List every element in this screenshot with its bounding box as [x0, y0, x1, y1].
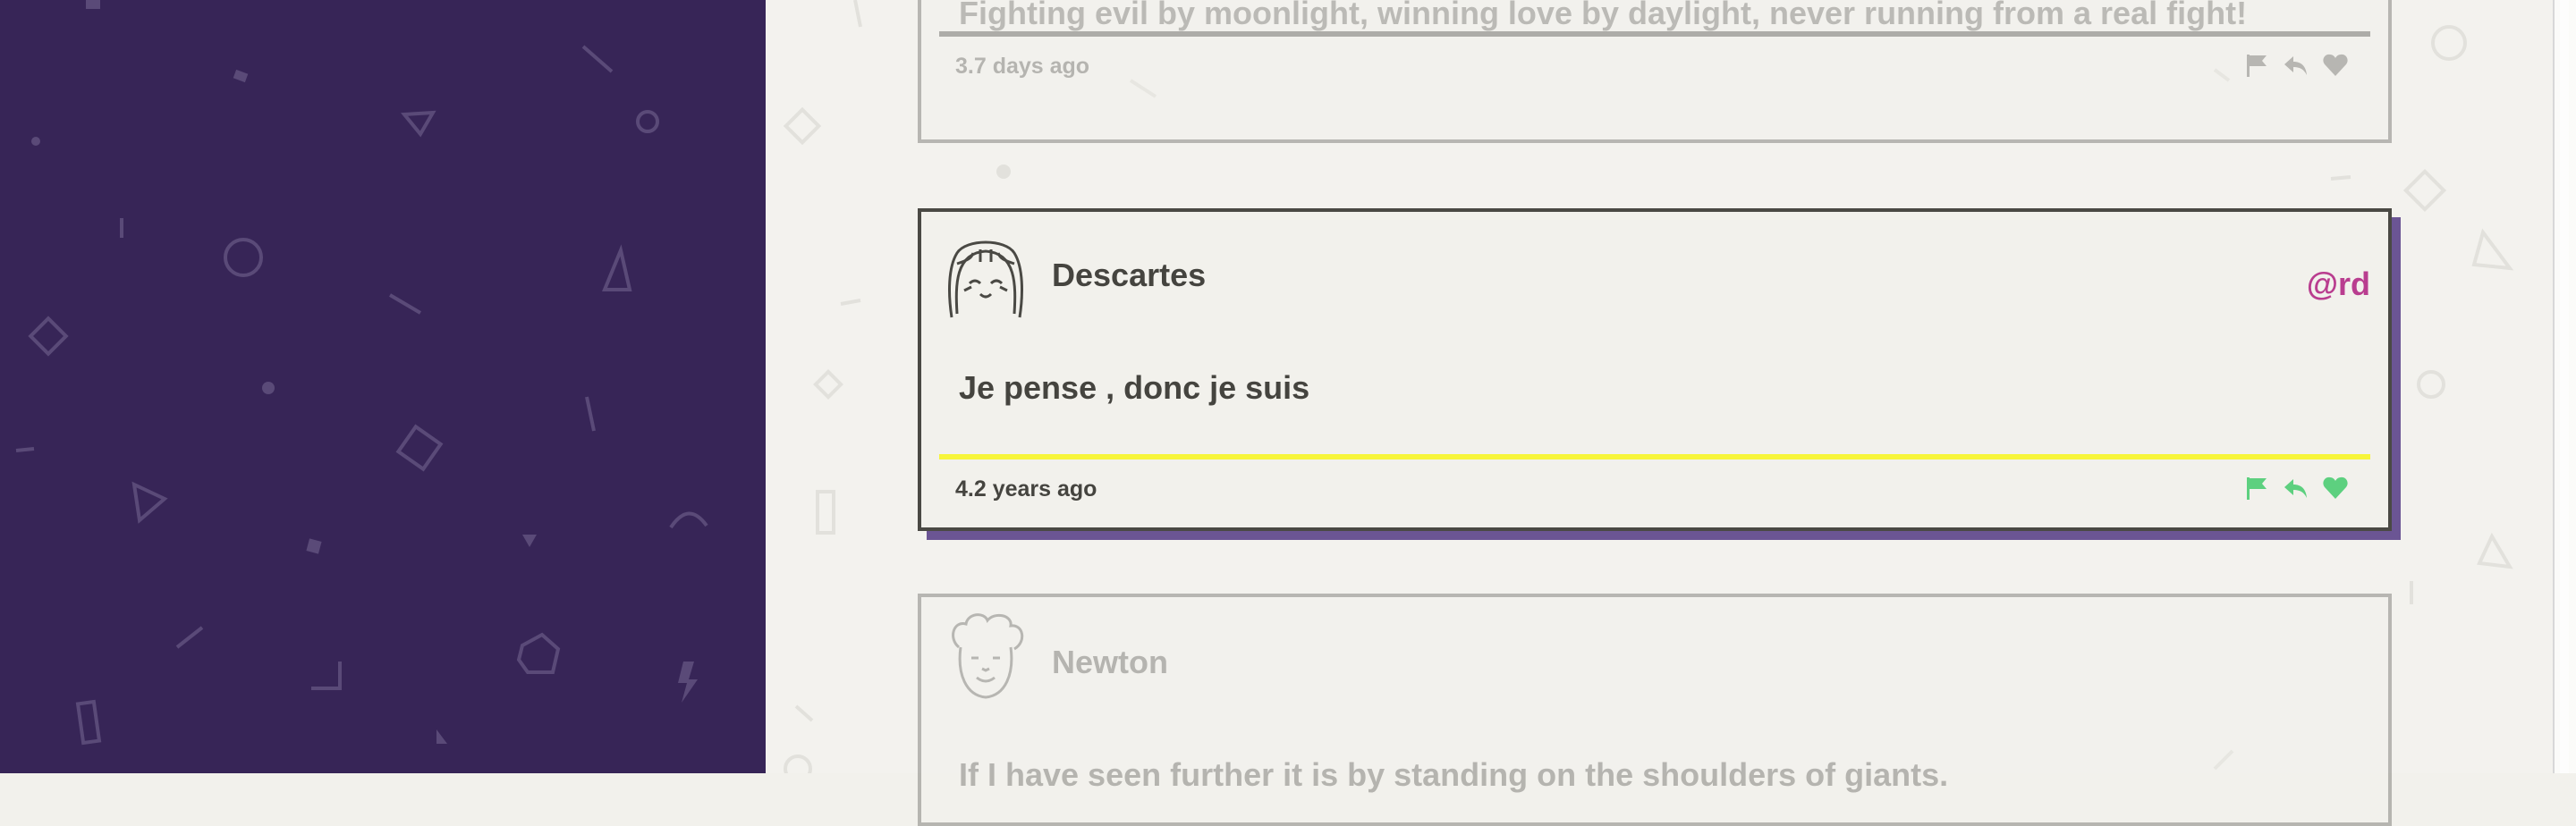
sidebar-pattern [15, 0, 708, 746]
sidebar [0, 0, 766, 773]
comment-author: Descartes [1052, 257, 1207, 293]
avatar [948, 240, 1023, 318]
comment-text: If I have seen further it is by standing… [959, 756, 1949, 793]
comment-author: Newton [1052, 644, 1168, 680]
comment-divider [939, 31, 2370, 37]
heart-icon[interactable] [2322, 475, 2349, 502]
flag-icon[interactable] [2243, 475, 2270, 502]
comment-actions [2243, 475, 2349, 502]
comment-text: Je pense , donc je suis [959, 369, 1310, 406]
comment-actions [2243, 52, 2349, 79]
comment-card: Fighting evil by moonlight, winning love… [918, 0, 2392, 143]
reply-icon[interactable] [2283, 475, 2309, 502]
comment-timestamp: 4.2 years ago [955, 476, 1097, 502]
heart-icon[interactable] [2322, 52, 2349, 79]
comment-timestamp: 3.7 days ago [955, 54, 1090, 79]
comment-handle[interactable]: @rd [2307, 266, 2370, 303]
comment-divider [939, 454, 2370, 459]
avatar [952, 613, 1024, 699]
flag-icon[interactable] [2243, 52, 2270, 79]
reply-icon[interactable] [2283, 52, 2309, 79]
comment-card: Newton If I have seen further it is by s… [918, 594, 2392, 826]
comment-card: Descartes @rd Je pense , donc je suis 4.… [918, 208, 2392, 531]
comment-text: Fighting evil by moonlight, winning love… [959, 0, 2248, 31]
scrollbar-thumb[interactable] [2560, 0, 2569, 773]
